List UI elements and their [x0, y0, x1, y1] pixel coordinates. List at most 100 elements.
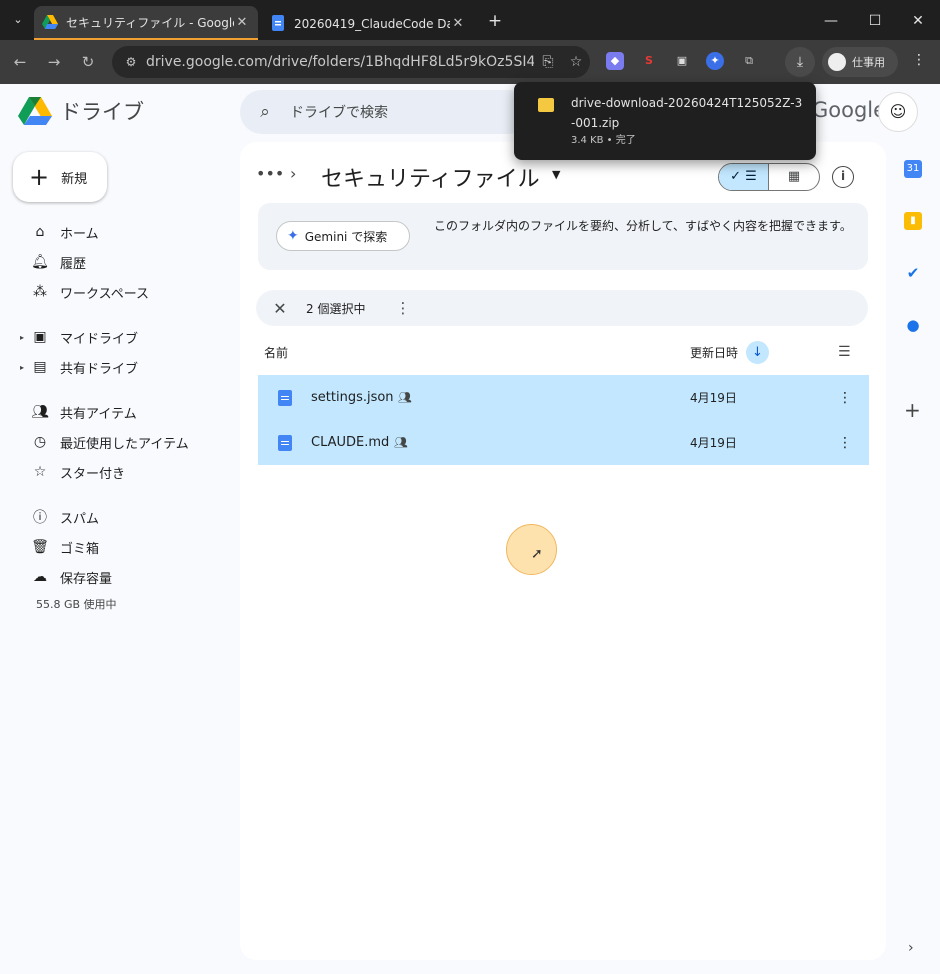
zip-file-icon — [538, 98, 554, 112]
google-wordmark: Google — [812, 98, 887, 122]
browser-menu-icon[interactable]: ⋮ — [912, 52, 926, 68]
close-window-icon[interactable]: ✕ — [907, 10, 929, 32]
docs-favicon-icon — [272, 15, 284, 31]
people-icon: 👥︎ — [31, 404, 49, 420]
row-more-icon[interactable]: ⋮ — [838, 390, 852, 406]
search-placeholder: ドライブで検索 — [290, 105, 388, 121]
maximize-icon[interactable]: ☐ — [864, 10, 886, 32]
mouse-cursor-icon: ➚ — [531, 546, 543, 562]
breadcrumb-more-icon[interactable]: ••• — [256, 164, 284, 183]
search-icon[interactable]: ⌕ — [240, 102, 290, 122]
clock-icon: ◷ — [33, 434, 47, 450]
table-row[interactable]: settings.json 👥︎ 4月19日 ⋮ — [258, 375, 869, 420]
expand-panel-icon[interactable]: › — [908, 940, 914, 956]
document-icon — [278, 389, 292, 406]
tab-docs[interactable]: 20260419_ClaudeCode Day3配 ✕ — [262, 6, 474, 40]
selection-toolbar: ✕ 2 個選択中 ⋮ — [256, 290, 868, 326]
url-text[interactable]: drive.google.com/drive/folders/1BhqdHF8L… — [146, 54, 534, 70]
my-drive-icon: ▣ — [33, 329, 47, 345]
column-header-modified[interactable]: 更新日時 — [690, 344, 738, 361]
bell-icon: 🔔︎ — [31, 254, 49, 270]
add-addon-icon[interactable]: + — [904, 398, 921, 422]
download-status: 3.4 KB • 完了 — [571, 135, 636, 146]
shared-icon: 👥︎ — [394, 436, 408, 449]
gemini-description: このフォルダ内のファイルを要約、分析して、すばやく内容を把握できます。 — [434, 219, 852, 233]
extension-icon[interactable]: ◆ — [606, 52, 624, 70]
sidebar-item-starred[interactable]: ☆ スター付き — [20, 459, 125, 485]
drive-logo[interactable]: ドライブ — [18, 96, 144, 126]
new-button[interactable]: + 新規 — [13, 152, 107, 202]
calendar-icon[interactable]: 31 — [904, 160, 922, 178]
tasks-icon[interactable]: ✔ — [904, 264, 922, 282]
selection-count: 2 個選択中 — [306, 301, 366, 316]
new-tab-icon[interactable]: + — [484, 10, 506, 32]
sort-direction-icon[interactable]: ↓ — [746, 341, 769, 364]
expand-icon[interactable]: ▸ — [20, 333, 30, 342]
grid-view-button[interactable]: ▦ — [769, 164, 819, 190]
sidebar-item-label: スター付き — [60, 466, 126, 482]
storage-usage: 55.8 GB 使用中 — [36, 598, 117, 611]
camera-extension-icon[interactable]: ▣ — [673, 52, 691, 70]
close-tab-icon[interactable]: ✕ — [234, 15, 250, 30]
expand-icon[interactable]: ▸ — [20, 363, 30, 372]
clear-selection-icon[interactable]: ✕ — [268, 299, 292, 318]
profile-button[interactable]: 仕事用 — [822, 47, 898, 77]
column-header-name[interactable]: 名前 — [264, 344, 288, 361]
account-avatar[interactable]: ☺ — [878, 92, 918, 132]
shared-drive-icon: ▤ — [33, 359, 47, 375]
sidebar-item-label: 共有ドライブ — [60, 361, 139, 377]
sidebar-item-home[interactable]: ⌂ ホーム — [20, 219, 99, 245]
tab-drive[interactable]: セキュリティファイル - Google ドライ ✕ — [34, 6, 258, 40]
tab-search-icon[interactable]: ⌄ — [8, 10, 28, 30]
sidebar-item-shared-drives[interactable]: ▸ ▤ 共有ドライブ — [20, 354, 138, 380]
sidebar-item-activity[interactable]: 🔔︎ 履歴 — [20, 249, 86, 275]
address-bar[interactable]: ⚙ drive.google.com/drive/folders/1BhqdHF… — [112, 46, 590, 78]
folder-menu-caret-icon[interactable]: ▼ — [552, 168, 560, 181]
shared-icon: 👥︎ — [398, 391, 412, 404]
keep-icon[interactable]: ▮ — [904, 212, 922, 230]
bookmark-star-icon[interactable]: ☆ — [562, 54, 590, 70]
cloud-icon: ☁ — [33, 569, 47, 585]
download-bubble[interactable]: drive-download-20260424T125052Z-3-001.zi… — [514, 82, 816, 160]
workspaces-icon: ⁂ — [33, 284, 47, 300]
ai-extension-icon[interactable]: ✦ — [706, 52, 724, 70]
sidebar-item-trash[interactable]: 🗑︎ ゴミ箱 — [20, 534, 99, 560]
sort-options-icon[interactable]: ☰ — [838, 344, 851, 360]
sidebar-item-label: マイドライブ — [60, 331, 139, 347]
site-info-icon[interactable]: ⚙ — [116, 55, 146, 69]
sidebar-item-label: ゴミ箱 — [60, 541, 100, 557]
contacts-icon[interactable]: ● — [904, 316, 922, 334]
row-more-icon[interactable]: ⋮ — [838, 435, 852, 451]
extension-s-icon[interactable]: S — [640, 52, 658, 70]
sidebar-item-label: ワークスペース — [60, 286, 150, 302]
sidebar-item-my-drive[interactable]: ▸ ▣ マイドライブ — [20, 324, 138, 350]
file-modified: 4月19日 — [690, 391, 737, 405]
list-view-button[interactable]: ✓ ☰ — [719, 164, 770, 190]
sidebar-item-spam[interactable]: ⓘ スパム — [20, 504, 99, 530]
gemini-explore-button[interactable]: ✦ Gemini で探索 — [276, 221, 410, 251]
search-input[interactable]: ⌕ ドライブで検索 — [240, 90, 530, 134]
sidebar-item-label: 保存容量 — [60, 571, 113, 587]
minimize-icon[interactable]: — — [820, 10, 842, 32]
drive-favicon-icon — [42, 15, 58, 29]
download-filename[interactable]: drive-download-20260424T125052Z-3-001.zi… — [571, 93, 805, 133]
file-name: settings.json — [311, 390, 394, 405]
reload-icon[interactable]: ↻ — [76, 50, 100, 74]
download-icon[interactable]: ⤓ — [785, 47, 815, 77]
more-actions-icon[interactable]: ⋮ — [395, 299, 410, 317]
extensions-puzzle-icon[interactable]: ⧉ — [740, 52, 758, 70]
back-icon[interactable]: ← — [8, 50, 32, 74]
sidebar-item-shared-with-me[interactable]: 👥︎ 共有アイテム — [20, 399, 137, 425]
sidebar-item-workspaces[interactable]: ⁂ ワークスペース — [20, 279, 149, 305]
sidebar-item-storage[interactable]: ☁ 保存容量 — [20, 564, 112, 590]
profile-label: 仕事用 — [852, 56, 885, 69]
avatar — [828, 53, 846, 71]
sidebar-item-recent[interactable]: ◷ 最近使用したアイテム — [20, 429, 189, 455]
page-title[interactable]: セキュリティファイル — [321, 161, 540, 193]
close-tab-icon[interactable]: ✕ — [450, 16, 466, 31]
install-app-icon[interactable]: ⎘ — [534, 54, 562, 70]
table-row[interactable]: CLAUDE.md 👥︎ 4月19日 ⋮ — [258, 420, 869, 465]
forward-icon[interactable]: → — [42, 50, 66, 74]
sidebar-item-label: 履歴 — [60, 256, 87, 272]
info-icon[interactable]: i — [832, 166, 854, 188]
